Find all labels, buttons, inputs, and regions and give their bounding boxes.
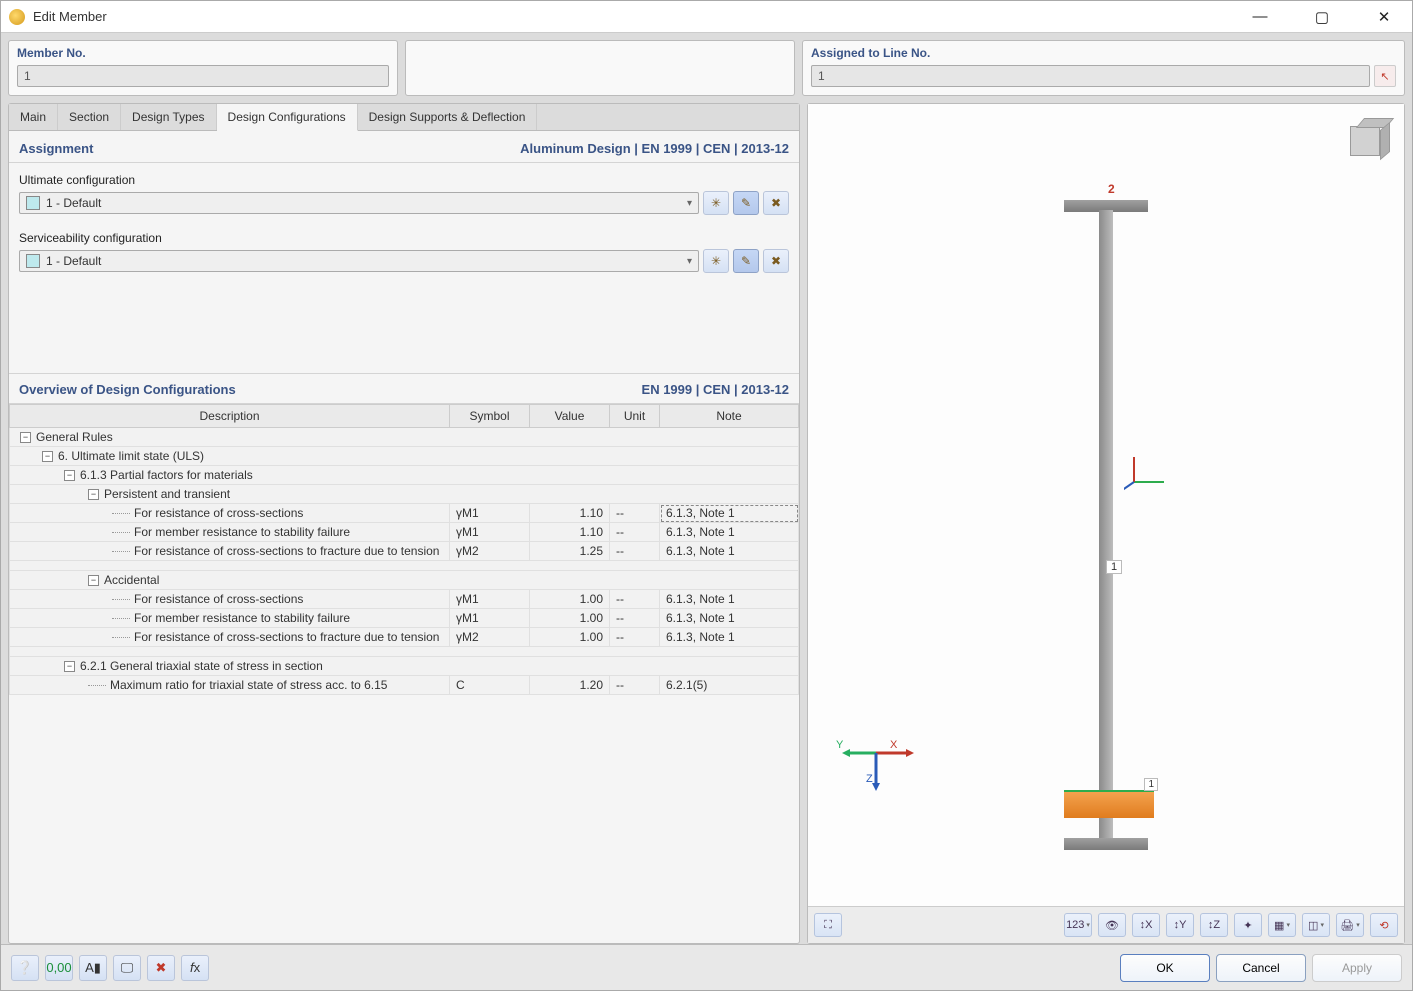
assigned-line-label: Assigned to Line No. bbox=[811, 46, 1396, 60]
viewport-3d[interactable]: 2 1 1 bbox=[808, 104, 1404, 906]
assigned-line-field[interactable]: 1 bbox=[811, 65, 1370, 87]
node-top-label: 2 bbox=[1108, 182, 1115, 196]
global-axes-icon: X Y Z bbox=[856, 743, 916, 806]
tree-toggle[interactable]: − bbox=[64, 470, 75, 481]
tree-toggle[interactable]: − bbox=[88, 489, 99, 500]
viewport-pane: 2 1 1 bbox=[807, 103, 1405, 944]
show-loads-button[interactable]: 👁 bbox=[1098, 913, 1126, 937]
overview-header: Overview of Design Configurations EN 199… bbox=[9, 373, 799, 404]
cancel-button[interactable]: Cancel bbox=[1216, 954, 1306, 982]
dialog-footer: ❔ 0,00 A▮ 🖵 ✖ fx OK Cancel Apply bbox=[1, 944, 1412, 990]
function-button[interactable]: fx bbox=[181, 955, 209, 981]
app-icon bbox=[9, 9, 25, 25]
member-no-panel: Member No. 1 bbox=[8, 40, 398, 96]
pick-line-button[interactable]: ↖ bbox=[1374, 65, 1396, 87]
table-row[interactable]: For member resistance to stability failu… bbox=[10, 523, 799, 542]
col-value[interactable]: Value bbox=[530, 405, 610, 428]
help-button[interactable]: ❔ bbox=[11, 955, 39, 981]
orientation-cube[interactable] bbox=[1342, 114, 1390, 162]
local-axes-icon bbox=[1124, 457, 1174, 510]
minimize-button[interactable]: — bbox=[1240, 3, 1280, 31]
print-view-button[interactable]: 🖨▾ bbox=[1336, 913, 1364, 937]
table-row[interactable]: Maximum ratio for triaxial state of stre… bbox=[10, 676, 799, 695]
delete-service-config-button[interactable]: ✖ bbox=[763, 249, 789, 273]
left-pane: Main Section Design Types Design Configu… bbox=[8, 103, 800, 944]
tree-toggle[interactable]: − bbox=[20, 432, 31, 443]
edit-config-button[interactable]: ✎ bbox=[733, 191, 759, 215]
member-label: 1 bbox=[1106, 560, 1122, 574]
table-row[interactable]: For member resistance to stability failu… bbox=[10, 609, 799, 628]
tab-design-supports[interactable]: Design Supports & Deflection bbox=[358, 104, 538, 130]
perspective-button[interactable]: ◫▾ bbox=[1302, 913, 1330, 937]
col-note[interactable]: Note bbox=[660, 405, 799, 428]
header-row: Member No. 1 Assigned to Line No. 1 ↖ bbox=[1, 33, 1412, 103]
reset-view-button[interactable]: ⟲ bbox=[1370, 913, 1398, 937]
swatch-icon bbox=[26, 196, 40, 210]
tab-design-configurations[interactable]: Design Configurations bbox=[217, 104, 358, 131]
maximize-button[interactable]: ▢ bbox=[1302, 3, 1342, 31]
table-row[interactable]: For resistance of cross-sections to frac… bbox=[10, 542, 799, 561]
col-symbol[interactable]: Symbol bbox=[450, 405, 530, 428]
assignment-code: Aluminum Design | EN 1999 | CEN | 2013-1… bbox=[520, 141, 789, 156]
assigned-line-panel: Assigned to Line No. 1 ↖ bbox=[802, 40, 1405, 96]
tab-main[interactable]: Main bbox=[9, 104, 58, 130]
view-x-button[interactable]: ↕X bbox=[1132, 913, 1160, 937]
ultimate-config-label: Ultimate configuration bbox=[19, 173, 789, 187]
tabs: Main Section Design Types Design Configu… bbox=[9, 104, 799, 131]
support-label: 1 bbox=[1144, 778, 1158, 791]
new-service-config-button[interactable]: ✳ bbox=[703, 249, 729, 273]
ok-button[interactable]: OK bbox=[1120, 954, 1210, 982]
text-settings-button[interactable]: A▮ bbox=[79, 955, 107, 981]
remove-pick-button[interactable]: ✖ bbox=[147, 955, 175, 981]
table-row[interactable]: For resistance of cross-sections to frac… bbox=[10, 628, 799, 647]
header-spacer-panel bbox=[405, 40, 795, 96]
member-render: 2 1 bbox=[1064, 200, 1148, 850]
view-y-button[interactable]: ↕Y bbox=[1166, 913, 1194, 937]
col-unit[interactable]: Unit bbox=[610, 405, 660, 428]
view-z-button[interactable]: ↕Z bbox=[1200, 913, 1228, 937]
overview-title: Overview of Design Configurations bbox=[19, 382, 236, 397]
delete-config-button[interactable]: ✖ bbox=[763, 191, 789, 215]
edit-service-config-button[interactable]: ✎ bbox=[733, 249, 759, 273]
isometric-button[interactable]: ✦ bbox=[1234, 913, 1262, 937]
tree-toggle[interactable]: − bbox=[42, 451, 53, 462]
assignment-title: Assignment bbox=[19, 141, 93, 156]
display-settings-button[interactable]: 🖵 bbox=[113, 955, 141, 981]
render-mode-button[interactable]: ▦▾ bbox=[1268, 913, 1296, 937]
service-config-label: Serviceability configuration bbox=[19, 231, 789, 245]
window-title: Edit Member bbox=[33, 9, 107, 24]
support-render: 1 bbox=[1064, 790, 1154, 818]
units-button[interactable]: 0,00 bbox=[45, 955, 73, 981]
member-no-label: Member No. bbox=[17, 46, 389, 60]
overview-code: EN 1999 | CEN | 2013-12 bbox=[642, 382, 789, 397]
tree-toggle[interactable]: − bbox=[64, 661, 75, 672]
titlebar: Edit Member — ▢ ✕ bbox=[1, 1, 1412, 33]
ultimate-config-select[interactable]: 1 - Default ▾ bbox=[19, 192, 699, 214]
overview-grid: Description Symbol Value Unit Note −Gene… bbox=[9, 404, 799, 943]
tree-toggle[interactable]: − bbox=[88, 575, 99, 586]
apply-button: Apply bbox=[1312, 954, 1402, 982]
numbering-button[interactable]: 123▾ bbox=[1064, 913, 1092, 937]
table-row[interactable]: For resistance of cross-sections γM1 1.1… bbox=[10, 504, 799, 523]
close-button[interactable]: ✕ bbox=[1364, 3, 1404, 31]
zoom-fit-button[interactable]: ⛶ bbox=[814, 913, 842, 937]
tab-section[interactable]: Section bbox=[58, 104, 121, 130]
col-description[interactable]: Description bbox=[10, 405, 450, 428]
service-config-select[interactable]: 1 - Default ▾ bbox=[19, 250, 699, 272]
viewport-toolbar: ⛶ 123▾ 👁 ↕X ↕Y ↕Z ✦ ▦▾ ◫▾ 🖨▾ ⟲ bbox=[808, 906, 1404, 943]
table-row[interactable]: For resistance of cross-sections γM1 1.0… bbox=[10, 590, 799, 609]
chevron-down-icon: ▾ bbox=[687, 256, 692, 267]
swatch-icon bbox=[26, 254, 40, 268]
new-config-button[interactable]: ✳ bbox=[703, 191, 729, 215]
member-no-field[interactable]: 1 bbox=[17, 65, 389, 87]
assignment-header: Assignment Aluminum Design | EN 1999 | C… bbox=[9, 131, 799, 163]
tab-design-types[interactable]: Design Types bbox=[121, 104, 217, 130]
chevron-down-icon: ▾ bbox=[687, 198, 692, 209]
